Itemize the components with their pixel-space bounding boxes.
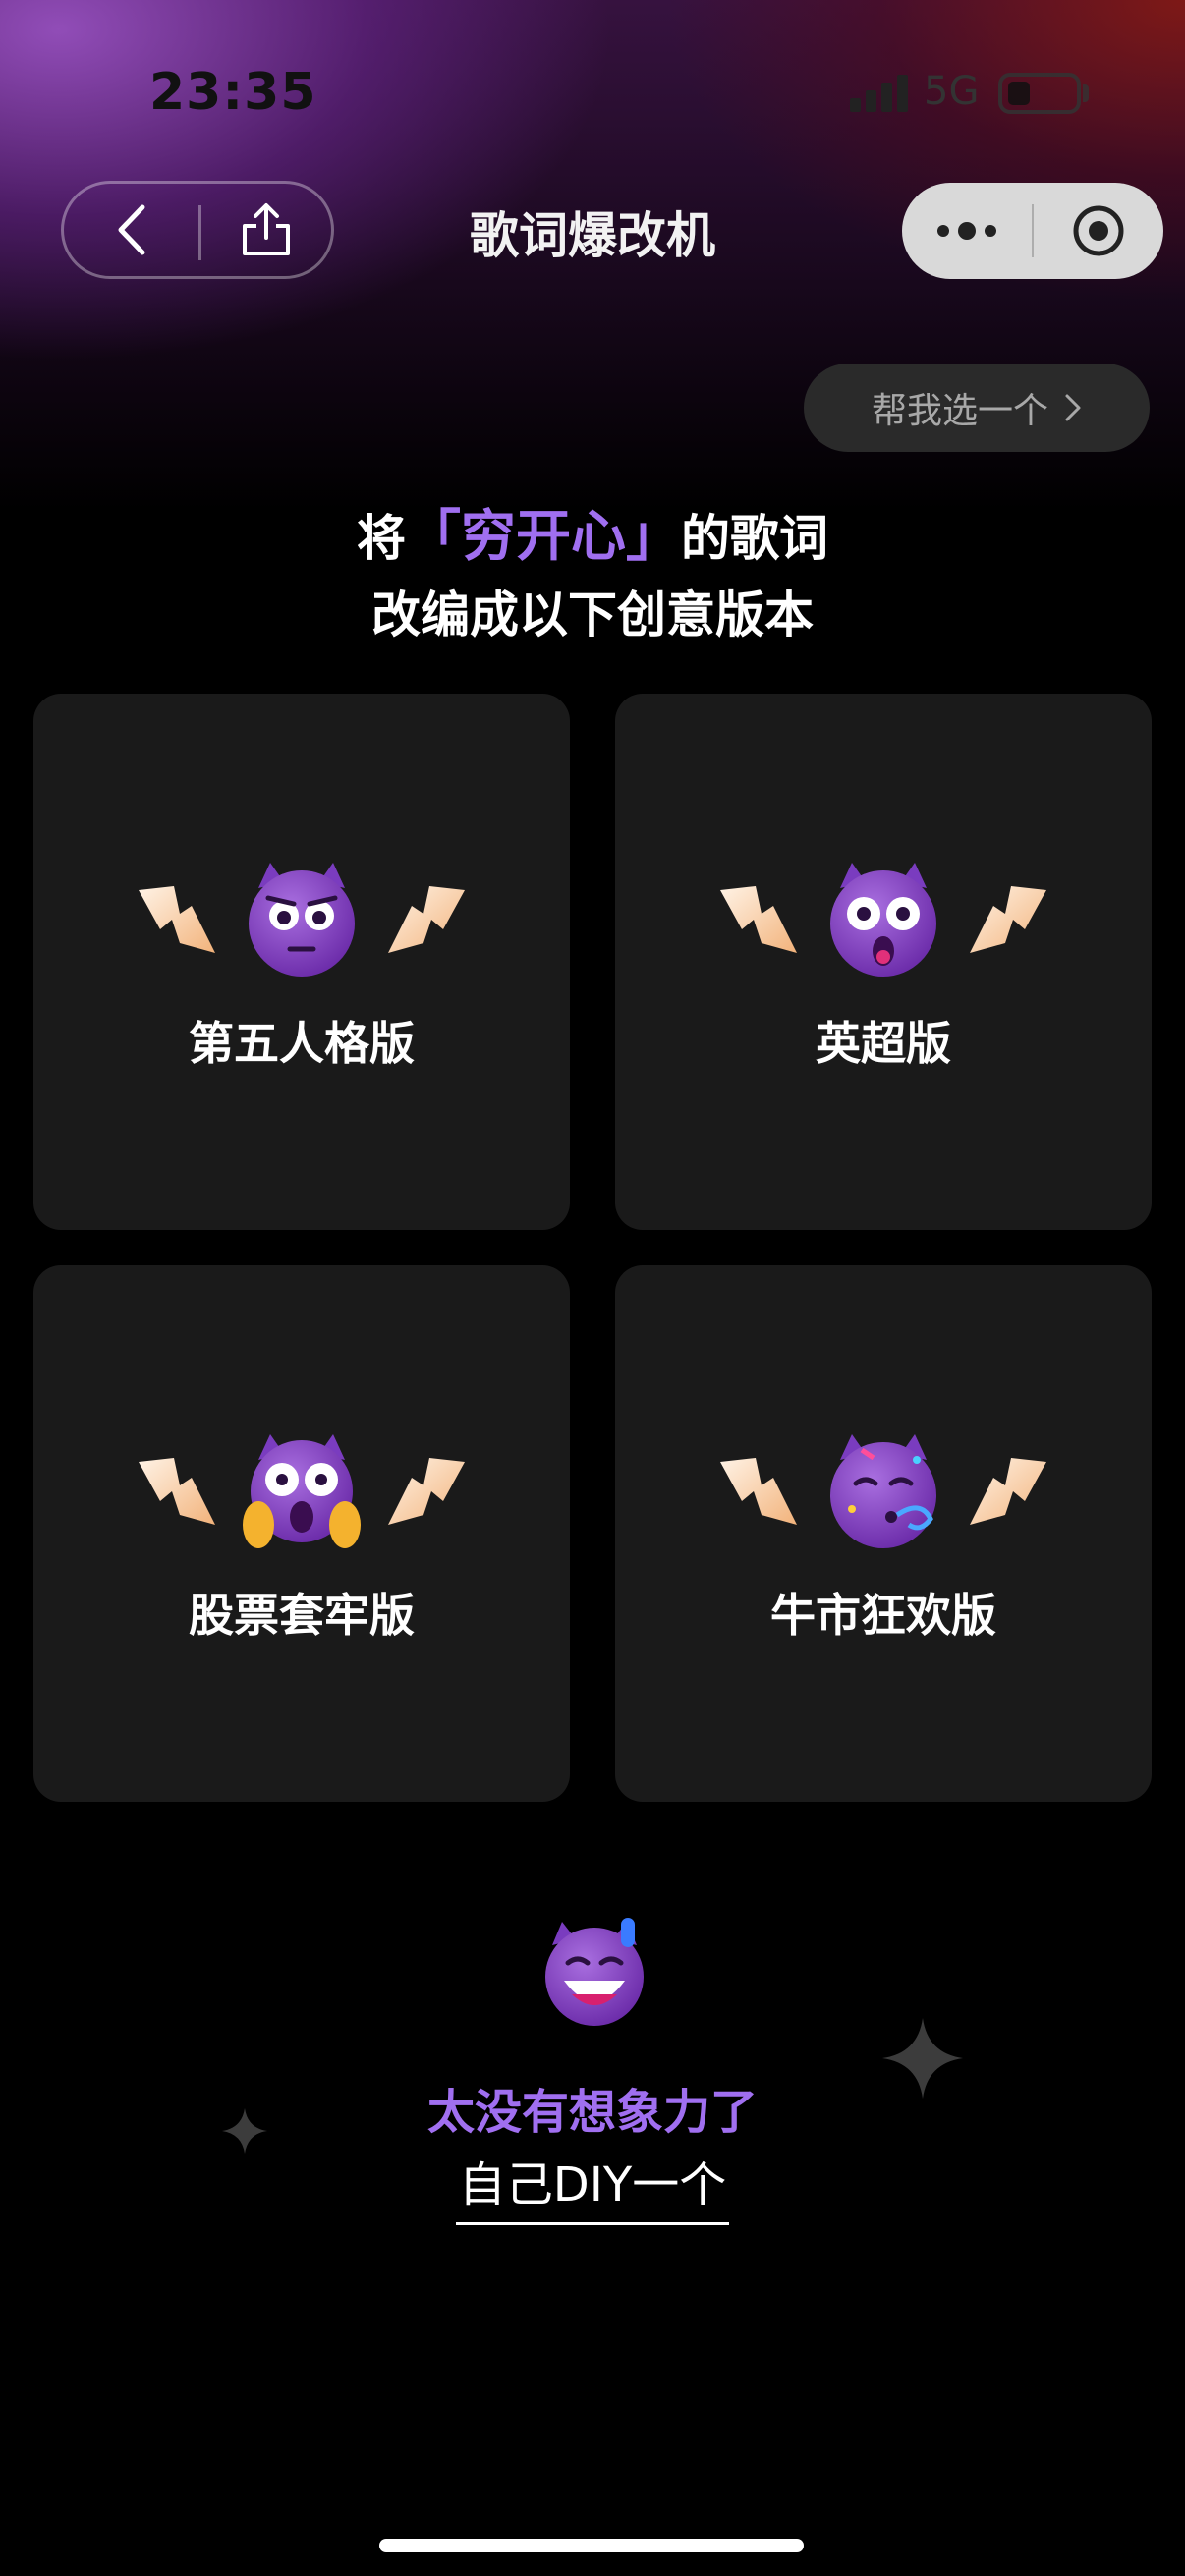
lightning-right-icon (388, 1458, 465, 1525)
lightning-left-icon (139, 1458, 215, 1525)
devil-party-icon (830, 1434, 936, 1548)
close-miniprogram-button[interactable] (1034, 183, 1163, 279)
headline-prefix: 将 (357, 510, 406, 567)
network-label: 5G (924, 69, 980, 114)
lightning-right-icon (970, 886, 1046, 953)
devil-sweat-grin-icon (545, 1918, 644, 2026)
lightning-left-icon (139, 886, 215, 953)
card-label: 牛市狂欢版 (770, 1589, 996, 1642)
lightning-left-icon (720, 886, 797, 953)
headline-line2: 改编成以下创意版本 (371, 587, 814, 644)
diy-link[interactable]: 自己DIY一个 (456, 2146, 729, 2225)
lightning-left-icon (720, 1458, 797, 1525)
card-label: 第五人格版 (189, 1017, 415, 1070)
devil-frown-icon (249, 863, 355, 977)
style-card-identity-v[interactable]: 第五人格版 (33, 694, 570, 1230)
devil-scream-icon (243, 1434, 361, 1548)
style-card-stock-trapped[interactable]: 股票套牢版 (33, 1265, 570, 1802)
mini-program-capsule (902, 183, 1163, 279)
signal-icon (850, 73, 909, 112)
lightning-right-icon (388, 886, 465, 953)
style-card-bull-market[interactable]: 牛市狂欢版 (615, 1265, 1152, 1802)
headline-suffix: 的歌词 (681, 510, 828, 567)
card-emoji-row (615, 1428, 1152, 1555)
pick-for-me-button[interactable]: 帮我选一个 (804, 364, 1150, 452)
no-imagination-text: 太没有想象力了 (426, 2085, 758, 2140)
headline-line1: 将「穷开心」的歌词 (0, 499, 1185, 577)
home-indicator[interactable] (379, 2539, 804, 2552)
status-time: 23:35 (149, 63, 317, 122)
devil-shock-icon (830, 863, 936, 977)
card-emoji-row (33, 856, 570, 983)
headline: 将「穷开心」的歌词 改编成以下创意版本 (0, 499, 1185, 653)
card-label: 股票套牢版 (189, 1589, 415, 1642)
style-card-premier-league[interactable]: 英超版 (615, 694, 1152, 1230)
card-emoji-row (615, 856, 1152, 983)
lightning-right-icon (970, 1458, 1046, 1525)
song-name: 「穷开心」 (406, 505, 681, 569)
chevron-right-icon (1065, 394, 1081, 421)
pick-for-me-label: 帮我选一个 (871, 391, 1048, 431)
battery-icon (998, 73, 1081, 114)
card-label: 英超版 (816, 1017, 951, 1070)
battery-cap (1083, 84, 1089, 102)
more-dots-icon (937, 222, 996, 240)
target-close-icon (1073, 205, 1124, 256)
card-emoji-row (33, 1428, 570, 1555)
more-button[interactable] (902, 183, 1032, 279)
